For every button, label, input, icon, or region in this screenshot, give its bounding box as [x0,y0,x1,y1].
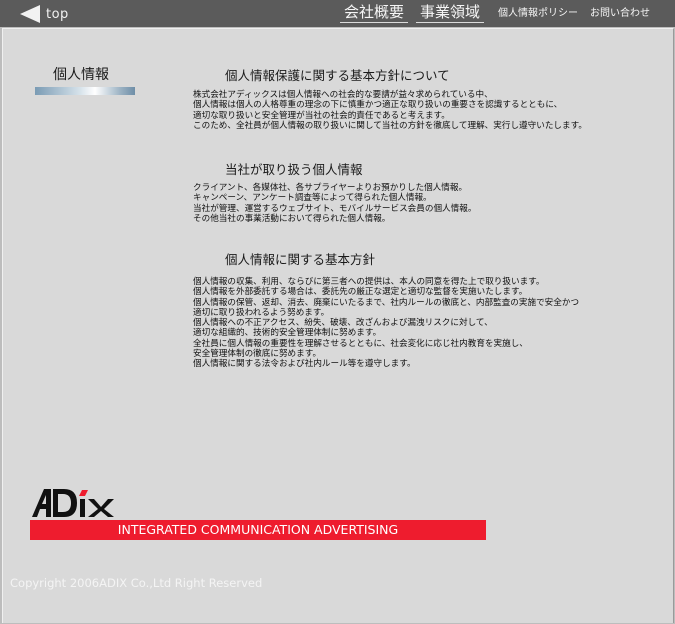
paragraph-line: 当社が管理、運営するウェブサイト、モバイルサービス会員の個人情報。 [193,203,477,214]
nav-contact[interactable]: お問い合わせ [590,4,650,23]
paragraph-line: このため、全社員が個人情報の取り扱いに関して当社の方針を徹底して理解、実行し遵守… [193,120,587,131]
copyright-text: Copyright 2006ADIX Co.,Ltd Right Reserve… [10,576,263,590]
paragraph-line: 全社員に個人情報の重要性を理解させるとともに、社会変化に応じ社内教育を実施し、 [193,338,528,349]
paragraph-line: 適切な取り扱いと安全管理が当社の社会的責任であると考えます。 [193,110,450,121]
paragraph-line: 個人情報の収集、利用、ならびに第三者への提供は、本人の同意を得た上で取り扱います… [193,277,545,287]
paragraph-line: クライアント、各媒体社、各サプライヤーよりお預かりした個人情報。 [193,183,468,193]
paragraph-line: 個人情報に関する法令および社内ルール等を遵守します。 [193,359,416,370]
section-heading-basic-policy: 個人情報に関する基本方針 [225,252,376,267]
paragraph-line: 適切に取り扱われるよう努めます。 [193,307,330,318]
paragraph-line: 個人情報を外部委託する場合は、委託先の厳正な選定と適切な監督を実施いたします。 [193,287,528,298]
section-body-handled-info: クライアント、各媒体社、各サプライヤーよりお預かりした個人情報。 キャンペーン、… [193,183,668,224]
main-nav: 会社概要 事業領域 個人情報ポリシー お問い合わせ [340,3,656,23]
section-body-basic-policy: 個人情報の収集、利用、ならびに第三者への提供は、本人の同意を得た上で取り扱います… [193,277,668,370]
top-bar: top 会社概要 事業領域 個人情報ポリシー お問い合わせ [0,0,675,27]
paragraph-line: その他当社の事業活動において得られた個人情報。 [193,213,391,224]
back-arrow-icon [20,5,40,23]
paragraph-line: 個人情報の保管、返却、消去、廃棄にいたるまで、社内ルールの徹底と、内部監査の実施… [193,297,580,308]
section-body-policy: 株式会社アディックスは個人情報への社会的な要請が益々求められている中、 個人情報… [193,90,668,131]
nav-privacy-policy[interactable]: 個人情報ポリシー [498,4,578,23]
paragraph-line: 個人情報は個人の人格尊重の理念の下に慎重かつ適正な取り扱いの重要さを認識するとと… [193,100,563,111]
paragraph-line: 株式会社アディックスは個人情報への社会的な要請が益々求められている中、 [193,90,493,100]
sidebar-decorative-bar [35,87,135,95]
back-to-top-link[interactable]: top [20,4,69,24]
paragraph-line: 個人情報への不正アクセス、紛失、破壊、改ざんおよび漏洩リスクに対して、 [193,318,493,329]
paragraph-line: 適切な組織的、技術的安全管理体制に努めます。 [193,328,382,339]
section-heading-handled-info: 当社が取り扱う個人情報 [225,162,363,177]
nav-company-overview[interactable]: 会社概要 [340,3,409,23]
nav-business-domain[interactable]: 事業領域 [416,3,485,23]
tagline-banner: INTEGRATED COMMUNICATION ADVERTISING [30,520,486,540]
paragraph-line: 安全管理体制の徹底に努めます。 [193,349,322,360]
adix-logo [32,489,114,517]
sidebar-title: 個人情報 [53,67,109,83]
back-label: top [46,6,69,22]
section-heading-policy: 個人情報保護に関する基本方針について [225,68,450,83]
paragraph-line: キャンペーン、アンケート調査等によって得られた個人情報。 [193,193,432,204]
